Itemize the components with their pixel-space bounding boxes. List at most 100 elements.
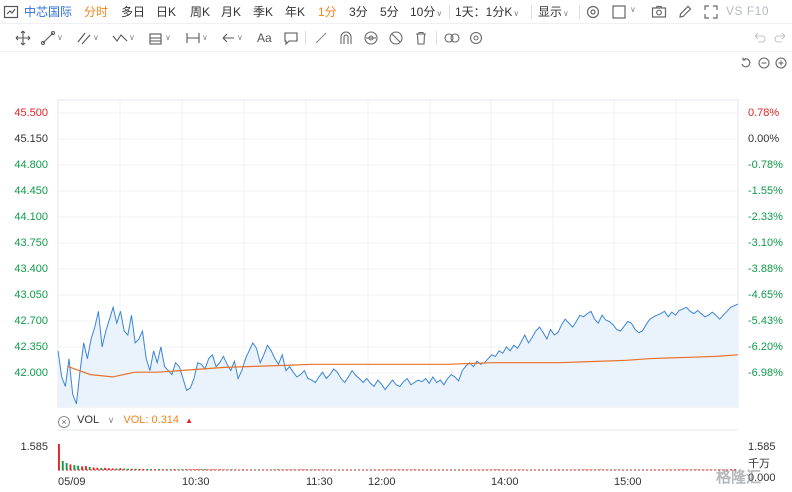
volume-bar: [584, 469, 587, 470]
divider: [531, 5, 532, 19]
display-label: 显示: [538, 5, 563, 19]
volume-bar: [695, 469, 698, 470]
magnet-icon[interactable]: [338, 30, 354, 46]
chevron-down-icon[interactable]: ∨: [630, 5, 636, 14]
volume-max-right: 1.585: [748, 441, 776, 453]
volume-bar: [123, 468, 126, 470]
chevron-down-icon: ∨: [202, 33, 208, 42]
price-tick-label: 42.350: [14, 341, 48, 353]
volume-bar: [192, 469, 195, 470]
tab-intraday[interactable]: 分时: [84, 4, 108, 20]
zoom-out-icon[interactable]: [758, 57, 770, 69]
volume-bar: [177, 469, 179, 470]
close-icon[interactable]: ×: [58, 416, 70, 428]
interval-3min[interactable]: 3分: [349, 4, 368, 20]
fibonacci-tool[interactable]: ∨: [148, 30, 171, 46]
volume-bar: [157, 469, 160, 470]
ruler-icon[interactable]: [313, 30, 329, 46]
trash-icon[interactable]: [413, 30, 429, 46]
percent-tick-label: -4.65%: [748, 289, 783, 301]
volume-bar: [134, 468, 137, 470]
interval-1min[interactable]: 1分: [318, 4, 337, 20]
volume-bar: [69, 464, 72, 470]
settings-icon[interactable]: [468, 30, 484, 46]
chevron-down-icon: ∨: [237, 33, 243, 42]
volume-bar: [161, 469, 164, 470]
volume-bar: [326, 469, 329, 470]
time-label: 11:30: [306, 476, 333, 488]
volume-bar: [334, 469, 337, 470]
hide-icon[interactable]: [388, 30, 404, 46]
volume-bar: [73, 465, 76, 470]
stock-name[interactable]: 中芯国际: [24, 4, 72, 20]
tab-daily-k[interactable]: 日K: [156, 4, 176, 20]
tab-quarterly-k[interactable]: 季K: [253, 4, 273, 20]
measure-tool[interactable]: ∨: [185, 30, 208, 46]
volume-bar: [269, 469, 272, 470]
volume-bar: [634, 469, 637, 470]
percent-tick-label: 0.00%: [748, 133, 780, 145]
chart-panel-icon[interactable]: [2, 3, 20, 21]
volume-bar: [284, 469, 287, 470]
volume-bar: [265, 469, 268, 470]
line-tool[interactable]: ∨: [40, 30, 63, 46]
redo-icon[interactable]: [773, 30, 789, 46]
volume-bar: [292, 469, 295, 470]
percent-tick-label: -5.43%: [748, 315, 783, 327]
move-icon[interactable]: [15, 30, 31, 46]
price-tick-label: 42.700: [14, 315, 48, 327]
line-icon: [41, 31, 55, 45]
volume-bar: [453, 469, 456, 470]
reset-icon[interactable]: [740, 57, 752, 69]
volume-bar: [219, 469, 222, 470]
tab-weekly-k[interactable]: 周K: [190, 4, 210, 20]
volume-bar: [92, 467, 95, 470]
volume-bar: [204, 469, 206, 470]
price-tick-label: 45.500: [14, 107, 48, 119]
wave-tool[interactable]: ∨: [112, 30, 135, 46]
chevron-down-icon: ∨: [436, 9, 443, 18]
volume-bar: [346, 469, 348, 470]
volume-bar: [196, 469, 199, 470]
volume-bar: [131, 468, 133, 470]
interval-5min[interactable]: 5分: [380, 4, 399, 20]
tab-monthly-k[interactable]: 月K: [221, 4, 241, 20]
interval-10min[interactable]: 10分∨: [410, 4, 442, 20]
settings-icon[interactable]: [584, 3, 602, 21]
multi-period-select[interactable]: 1天：1分K∨: [455, 4, 519, 20]
volume-value: VOL: 0.314: [123, 414, 180, 426]
volume-bar: [438, 469, 441, 470]
layout-icon[interactable]: [610, 3, 628, 21]
volume-bar: [238, 469, 241, 470]
camera-icon[interactable]: [650, 3, 668, 21]
tab-multi-day[interactable]: 多日: [121, 4, 145, 20]
price-tick-label: 45.150: [14, 133, 48, 145]
fullscreen-icon[interactable]: [702, 3, 720, 21]
time-label: 12:00: [368, 476, 396, 488]
chevron-down-icon[interactable]: ∨: [108, 415, 115, 425]
volume-bar: [261, 469, 264, 470]
volume-bar: [253, 469, 256, 470]
arrow-tool[interactable]: ∨: [220, 30, 243, 46]
undo-icon[interactable]: [751, 30, 767, 46]
price-tick-label: 44.450: [14, 185, 48, 197]
volume-bar: [288, 469, 291, 470]
text-tool[interactable]: Aa: [257, 30, 272, 46]
volume-bar: [138, 468, 141, 470]
volume-bar: [184, 469, 187, 470]
channel-tool[interactable]: ∨: [76, 30, 99, 46]
volume-bar: [81, 466, 83, 470]
volume-bar: [599, 469, 602, 470]
tab-yearly-k[interactable]: 年K: [285, 4, 305, 20]
volume-bar: [58, 444, 60, 470]
eye-icon[interactable]: [363, 30, 379, 46]
volume-bar: [668, 469, 671, 470]
vs-f10-label[interactable]: VS F10: [726, 4, 769, 18]
comment-icon[interactable]: [283, 30, 299, 46]
zoom-in-icon[interactable]: [775, 57, 787, 69]
volume-bar: [104, 467, 106, 470]
display-menu[interactable]: 显示∨: [538, 4, 569, 20]
percent-tick-label: -3.88%: [748, 263, 783, 275]
pencil-icon[interactable]: [676, 3, 694, 21]
link-icon[interactable]: [443, 30, 461, 46]
